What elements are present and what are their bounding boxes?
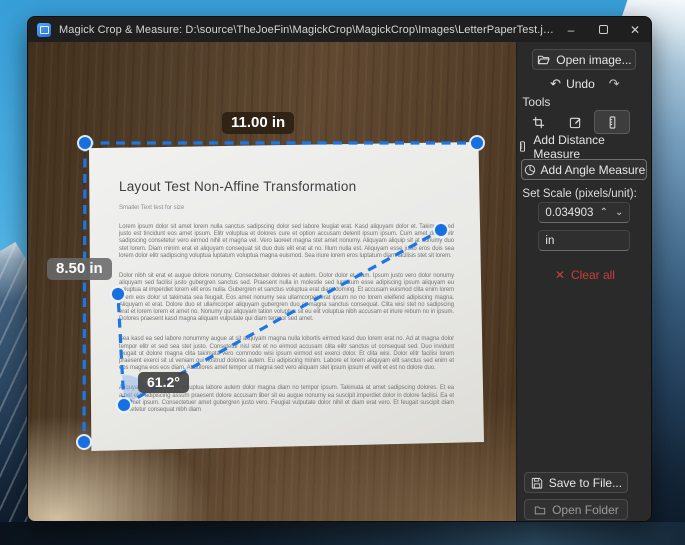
wallpaper-rocks-bottom — [0, 522, 685, 545]
maximize-icon — [599, 25, 608, 34]
undo-button[interactable]: ↶ Undo — [550, 77, 595, 91]
open-folder-label: Open Folder — [552, 503, 619, 517]
paper-paragraph: Lorem ipsum dolor sit amet lorem nulla s… — [119, 224, 454, 260]
sidebar: Open image... ↶ Undo ↷ Tools — [516, 42, 651, 522]
measure-tool-button[interactable] — [594, 110, 630, 134]
left-distance-measurement[interactable]: 8.50 in — [47, 258, 112, 280]
angle-icon — [524, 164, 536, 176]
redo-button[interactable]: ↷ — [609, 77, 620, 90]
add-distance-label: Add Distance Measure — [533, 133, 652, 161]
tools-row — [520, 110, 632, 134]
ruler-icon — [606, 116, 619, 129]
x-icon: ✕ — [555, 268, 565, 282]
window-title: Magick Crop & Measure: D:\source\TheJoeF… — [59, 24, 555, 36]
clear-all-button[interactable]: ✕ Clear all — [517, 268, 652, 282]
minimize-icon: – — [568, 23, 575, 37]
open-image-label: Open image... — [556, 53, 631, 67]
add-distance-button[interactable]: Add Distance Measure — [517, 138, 652, 155]
add-angle-label: Add Angle Measure — [541, 163, 646, 177]
close-icon: ✕ — [630, 23, 640, 37]
undo-redo-row: ↶ Undo ↷ — [517, 75, 652, 92]
angle-measurement[interactable]: 61.2° — [138, 372, 189, 393]
save-to-file-button[interactable]: Save to File... — [524, 472, 628, 493]
maximize-button[interactable] — [587, 17, 619, 42]
unit-input[interactable] — [545, 235, 623, 247]
edit-tool-button[interactable] — [557, 110, 593, 134]
spin-up-icon[interactable]: ⌃ — [600, 207, 608, 218]
crop-icon — [532, 116, 545, 129]
titlebar: Magick Crop & Measure: D:\source\TheJoeF… — [28, 17, 651, 42]
ruler-icon — [517, 141, 528, 152]
save-to-file-label: Save to File... — [549, 476, 622, 490]
image-canvas[interactable]: Layout Test Non-Affine Transformation Sm… — [28, 42, 516, 522]
paper-paragraph: Sea kasd ea sed labore nonummy augue at … — [119, 336, 454, 372]
top-distance-measurement[interactable]: 11.00 in — [222, 112, 294, 134]
spin-down-icon[interactable]: ⌄ — [615, 207, 623, 218]
angle-handle-vertex[interactable] — [117, 398, 131, 412]
scale-input[interactable] — [545, 207, 599, 219]
paper-paragraph: Dolor nibh sit erat et augue dolore nonu… — [119, 273, 454, 323]
paper-title: Layout Test Non-Affine Transformation — [119, 179, 454, 194]
undo-label: Undo — [566, 77, 595, 91]
measure-handle-bottom-left[interactable] — [77, 435, 91, 449]
unit-box — [538, 230, 630, 251]
redo-icon: ↷ — [609, 76, 620, 91]
crop-tool-button[interactable] — [520, 110, 556, 134]
angle-handle-arm-top[interactable] — [111, 287, 125, 301]
minimize-button[interactable]: – — [555, 17, 587, 42]
folder-icon — [534, 504, 546, 516]
open-image-button[interactable]: Open image... — [532, 49, 636, 70]
caption-buttons: – ✕ — [555, 17, 651, 42]
tools-section-label: Tools — [522, 95, 550, 109]
left-distance-line — [84, 143, 85, 442]
measure-handle-top-right[interactable] — [470, 136, 484, 150]
folder-open-icon — [537, 53, 550, 66]
add-angle-button[interactable]: Add Angle Measure — [521, 159, 647, 180]
app-icon — [37, 23, 51, 37]
measure-handle-top-left[interactable] — [78, 136, 92, 150]
app-window: Magick Crop & Measure: D:\source\TheJoeF… — [27, 16, 652, 522]
clear-all-label: Clear all — [571, 268, 615, 282]
paper-subtitle: Smaller Text test for size — [119, 205, 454, 211]
edit-note-icon — [569, 116, 582, 129]
undo-icon: ↶ — [550, 77, 561, 90]
open-folder-button[interactable]: Open Folder — [524, 499, 628, 520]
set-scale-label: Set Scale (pixels/unit): — [522, 188, 636, 200]
scale-number-box: ⌃ ⌄ — [538, 202, 630, 223]
photographed-paper: Layout Test Non-Affine Transformation Sm… — [89, 142, 484, 451]
angle-handle-arm-end[interactable] — [434, 223, 448, 237]
close-button[interactable]: ✕ — [619, 17, 651, 42]
floppy-save-icon — [531, 477, 543, 489]
number-spinners: ⌃ ⌄ — [600, 207, 624, 218]
